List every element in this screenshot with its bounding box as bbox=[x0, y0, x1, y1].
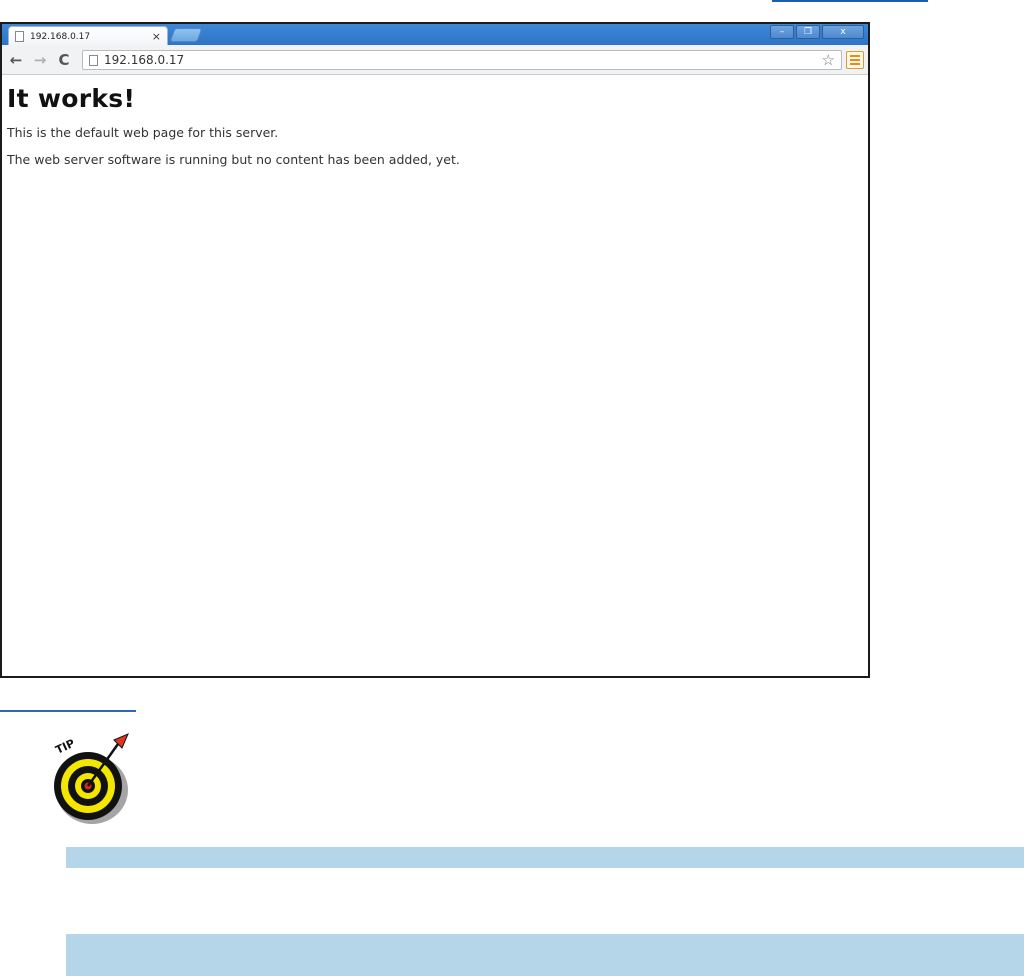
page-icon bbox=[15, 31, 24, 42]
web-page-content: It works! This is the default web page f… bbox=[2, 76, 868, 676]
top-link-underline bbox=[772, 0, 928, 2]
page-paragraph: This is the default web page for this se… bbox=[7, 125, 279, 140]
bookmark-star-icon[interactable]: ☆ bbox=[822, 51, 835, 69]
address-bar[interactable]: 192.168.0.17 ☆ bbox=[82, 50, 842, 70]
browser-window: 192.168.0.17 × – ❐ x ← → C 192.168.0.17 … bbox=[0, 22, 870, 678]
tip-target-icon: TIP bbox=[54, 733, 129, 824]
close-window-button[interactable]: x bbox=[822, 25, 864, 39]
forward-button[interactable]: → bbox=[30, 50, 50, 70]
tab-title: 192.168.0.17 bbox=[30, 31, 91, 42]
page: 192.168.0.17 × – ❐ x ← → C 192.168.0.17 … bbox=[0, 0, 1024, 976]
minimize-button[interactable]: – bbox=[770, 25, 794, 39]
page-paragraph: The web server software is running but n… bbox=[7, 152, 460, 167]
back-button[interactable]: ← bbox=[6, 50, 26, 70]
address-url: 192.168.0.17 bbox=[104, 53, 185, 67]
highlight-bar bbox=[66, 847, 1024, 868]
highlight-bar bbox=[66, 934, 1024, 976]
browser-menu-button[interactable] bbox=[846, 51, 864, 69]
title-bar: 192.168.0.17 × – ❐ x bbox=[2, 24, 868, 46]
restore-button[interactable]: ❐ bbox=[796, 25, 820, 39]
page-icon bbox=[89, 54, 98, 66]
browser-toolbar: ← → C 192.168.0.17 ☆ bbox=[2, 45, 868, 75]
tip-label: TIP bbox=[54, 737, 77, 757]
section-divider bbox=[0, 710, 136, 712]
reload-button[interactable]: C bbox=[54, 50, 74, 70]
browser-tab[interactable]: 192.168.0.17 × bbox=[8, 26, 168, 46]
page-heading: It works! bbox=[7, 84, 136, 113]
new-tab-button[interactable] bbox=[169, 28, 203, 42]
tab-close-icon[interactable]: × bbox=[152, 30, 161, 43]
window-controls: – ❐ x bbox=[768, 25, 864, 39]
